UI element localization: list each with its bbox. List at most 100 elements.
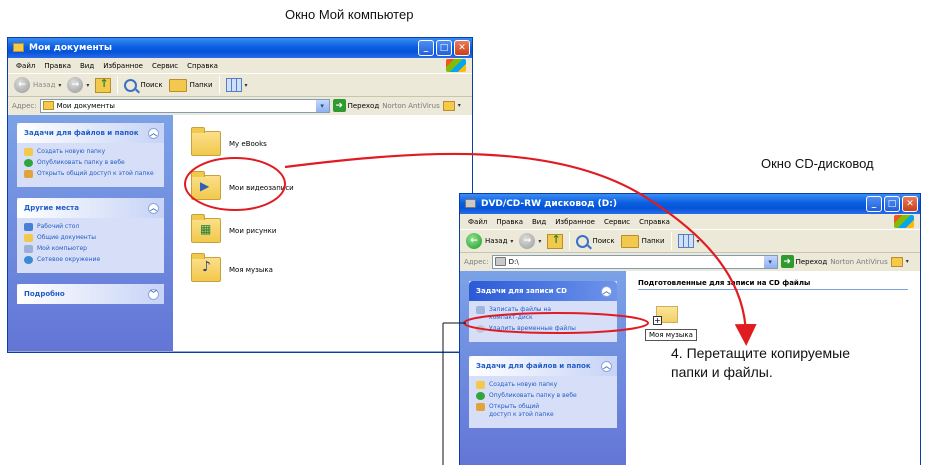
menu-edit[interactable]: Правка <box>496 218 523 226</box>
chevron-down-icon[interactable]: ▾ <box>763 255 777 268</box>
window-title-bar[interactable]: Мои документы _ □ ✕ <box>8 38 472 58</box>
folder-up-icon[interactable] <box>547 233 564 249</box>
search-button[interactable]: Поиск <box>124 78 163 92</box>
folders-button[interactable]: Папки <box>620 234 665 248</box>
folders-icon <box>620 234 639 248</box>
instruction-text: 4. Перетащите копируемые папки и файлы. <box>671 344 850 382</box>
folder-icon <box>13 43 25 53</box>
chevron-down-icon[interactable]: ▾ <box>906 258 909 265</box>
task-share-folder[interactable]: Открыть общий доступ к этой папке <box>24 170 158 178</box>
address-field[interactable]: D:\ ▾ <box>491 254 778 269</box>
chevron-up-icon[interactable]: ︿ <box>601 285 612 297</box>
windows-logo-icon <box>894 215 914 228</box>
chevron-down-icon[interactable]: ▾ <box>315 99 329 112</box>
address-bar: Адрес: D:\ ▾ ➜ Переход Norton AntiVirus … <box>460 253 920 270</box>
cd-tasks-header[interactable]: Задачи для записи CD ︿ <box>469 281 617 301</box>
chevron-down-icon: ▾ <box>244 81 248 89</box>
norton-icon[interactable] <box>890 256 903 267</box>
task-new-folder[interactable]: Создать новую папку <box>476 381 611 389</box>
pictures-folder-icon <box>191 214 221 243</box>
computer-icon <box>24 245 33 253</box>
back-button[interactable]: ← Назад ▾ <box>466 233 513 249</box>
folders-icon <box>168 78 187 92</box>
task-new-folder[interactable]: Создать новую папку <box>24 148 158 156</box>
task-label: Открыть общий доступ к этой папке <box>489 403 554 418</box>
cd-drive-icon <box>465 199 477 209</box>
folder-my-ebooks[interactable]: My eBooks <box>191 127 267 156</box>
task-share-folder[interactable]: Открыть общий доступ к этой папке <box>476 403 611 419</box>
search-icon <box>124 78 138 92</box>
file-folder-tasks-header[interactable]: Задачи для файлов и папок ︿ <box>17 123 164 143</box>
task-delete-temp-files[interactable]: Удалить временные файлы <box>476 325 611 333</box>
task-label: Открыть общий доступ к этой папке <box>37 170 154 177</box>
menu-tools[interactable]: Сервис <box>604 218 630 226</box>
menu-view[interactable]: Вид <box>532 218 546 226</box>
menu-edit[interactable]: Правка <box>44 62 71 70</box>
file-label: Мои рисунки <box>229 226 277 235</box>
task-write-to-cd[interactable]: Записать файлы на компакт-диск <box>476 306 611 322</box>
folder-my-music[interactable]: Моя музыка <box>191 253 273 282</box>
menu-favorites[interactable]: Избранное <box>555 218 595 226</box>
task-pane: Задачи для записи CD ︿ Записать файлы на… <box>460 271 626 465</box>
norton-icon[interactable] <box>442 100 455 111</box>
menu-file[interactable]: Файл <box>468 218 487 226</box>
menu-favorites[interactable]: Избранное <box>103 62 143 70</box>
instruction-line-1: 4. Перетащите копируемые <box>671 345 851 361</box>
other-places-title: Другие места <box>24 204 79 212</box>
chevron-up-icon[interactable]: ︿ <box>601 360 612 372</box>
views-icon <box>677 234 694 248</box>
back-button[interactable]: ← Назад ▾ <box>14 77 61 93</box>
address-label: Адрес: <box>464 257 489 266</box>
folder-icon <box>191 127 221 156</box>
menu-tools[interactable]: Сервис <box>152 62 178 70</box>
file-folder-tasks-title: Задачи для файлов и папок <box>24 129 139 137</box>
folder-icon <box>42 101 54 110</box>
maximize-button[interactable]: □ <box>436 40 452 56</box>
back-label: Назад <box>33 81 56 89</box>
close-button[interactable]: ✕ <box>902 196 918 212</box>
folder-my-videos[interactable]: Мои видеозаписи <box>191 171 294 200</box>
place-desktop[interactable]: Рабочий стол <box>24 223 158 231</box>
go-button[interactable]: ➜ Переход <box>780 255 828 268</box>
place-my-computer[interactable]: Мой компьютер <box>24 245 158 253</box>
folder-up-icon[interactable] <box>95 77 112 93</box>
place-shared-documents[interactable]: Общие документы <box>24 234 158 242</box>
chevron-up-icon[interactable]: ︿ <box>148 202 159 214</box>
chevron-down-icon[interactable]: ﹀ <box>148 288 159 300</box>
minimize-button[interactable]: _ <box>418 40 434 56</box>
task-publish-web[interactable]: Опубликовать папку в вебе <box>24 159 158 167</box>
chevron-up-icon[interactable]: ︿ <box>148 127 159 139</box>
go-button[interactable]: ➜ Переход <box>332 99 379 112</box>
menu-file[interactable]: Файл <box>16 62 35 70</box>
window-title: Мои документы <box>29 43 113 53</box>
forward-button[interactable]: → ▾ <box>519 233 541 249</box>
address-field[interactable]: Мои документы ▾ <box>39 98 330 113</box>
delete-temp-icon <box>476 325 485 333</box>
window-title-bar[interactable]: DVD/CD-RW дисковод (D:) _ □ ✕ <box>460 194 920 214</box>
views-button[interactable]: ▾ <box>677 234 700 248</box>
views-button[interactable]: ▾ <box>225 78 248 92</box>
minimize-button[interactable]: _ <box>866 196 882 212</box>
search-button[interactable]: Поиск <box>576 234 615 248</box>
views-icon <box>225 78 242 92</box>
task-publish-web[interactable]: Опубликовать папку в вебе <box>476 392 611 400</box>
task-label: Опубликовать папку в вебе <box>37 159 125 166</box>
folders-button[interactable]: Папки <box>168 78 213 92</box>
go-label: Переход <box>795 257 828 266</box>
task-label: Создать новую папку <box>489 381 558 388</box>
menu-view[interactable]: Вид <box>80 62 94 70</box>
drag-add-icon: + <box>653 316 662 325</box>
file-folder-tasks-header[interactable]: Задачи для файлов и папок ︿ <box>469 356 617 376</box>
close-button[interactable]: ✕ <box>454 40 470 56</box>
forward-button[interactable]: → ▾ <box>67 77 89 93</box>
menu-help[interactable]: Справка <box>187 62 218 70</box>
other-places-header[interactable]: Другие места ︿ <box>17 198 164 218</box>
chevron-down-icon[interactable]: ▾ <box>458 102 461 109</box>
folder-my-pictures[interactable]: Мои рисунки <box>191 214 277 243</box>
norton-label: Norton AntiVirus <box>830 257 888 266</box>
maximize-button[interactable]: □ <box>884 196 900 212</box>
folders-label: Папки <box>641 237 665 245</box>
place-network[interactable]: Сетевое окружение <box>24 256 158 264</box>
menu-help[interactable]: Справка <box>639 218 670 226</box>
details-header[interactable]: Подробно ﹀ <box>17 284 164 304</box>
